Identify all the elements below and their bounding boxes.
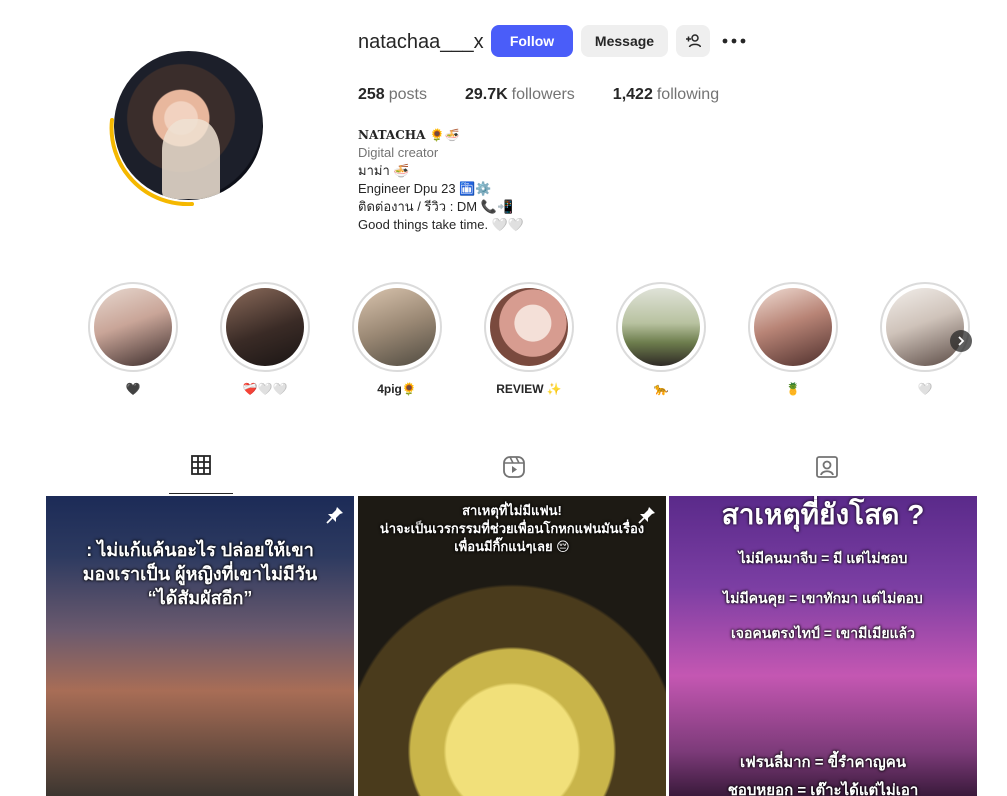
highlight-item[interactable]: 🍍 xyxy=(748,282,838,396)
post-caption-line: ไม่มีคนมาจีบ = มี แต่ไม่ชอบ xyxy=(738,550,908,566)
following-count: 1,422 xyxy=(612,86,653,103)
highlight-label: REVIEW ✨ xyxy=(496,382,562,396)
highlight-cover xyxy=(358,288,436,366)
following-stat[interactable]: 1,422 following xyxy=(613,86,719,104)
post-caption-overlay: : ไม่แก้แค้นอะไร ปล่อยให้เขา มองเราเป็น … xyxy=(82,540,318,608)
post-tile[interactable]: สาเหตุที่ไม่มีแฟน! น่าจะเป็นเวรกรรมที่ช่… xyxy=(358,496,666,796)
chevron-right-icon xyxy=(958,336,965,346)
posts-label: posts xyxy=(388,86,427,103)
highlight-label: 4pig🌻 xyxy=(377,382,417,396)
bio-line: Engineer Dpu 23 🛅⚙️ xyxy=(358,181,492,196)
highlight-label: 🤍 xyxy=(917,382,933,396)
post-caption-line: ชอบหยอก = เต๊าะได้แต่ไม่เอา xyxy=(727,782,919,796)
highlights-next-button[interactable] xyxy=(950,330,972,352)
profile-category: Digital creator xyxy=(358,145,439,160)
followers-label: followers xyxy=(511,86,575,103)
grid-icon xyxy=(191,455,211,475)
followers-stat[interactable]: 29.7K followers xyxy=(465,86,575,104)
pin-icon xyxy=(326,507,343,524)
more-options-button[interactable] xyxy=(720,28,748,54)
profile-username: natachaa___x xyxy=(358,31,484,53)
profile-bio: NATACHA 🌻🍜 Digital creator มาม่า 🍜 Engin… xyxy=(358,126,524,234)
reels-icon xyxy=(503,456,525,478)
highlight-cover xyxy=(754,288,832,366)
profile-stats: 258 posts 29.7K followers 1,422 following xyxy=(358,86,757,104)
highlight-ring xyxy=(88,282,178,372)
posts-grid: : ไม่แก้แค้นอะไร ปล่อยให้เขา มองเราเป็น … xyxy=(46,496,977,796)
posts-count: 258 xyxy=(358,86,385,103)
highlight-item[interactable]: ❤️‍🩹🤍🤍 xyxy=(220,282,310,396)
post-tile[interactable]: : ไม่แก้แค้นอะไร ปล่อยให้เขา มองเราเป็น … xyxy=(46,496,354,796)
active-tab-indicator xyxy=(169,493,233,494)
highlight-ring xyxy=(220,282,310,372)
profile-avatar[interactable] xyxy=(106,48,264,206)
post-caption-line: ไม่มีคนคุย = เขาทักมา แต่ไม่ตอบ xyxy=(723,590,923,606)
avatar-photo xyxy=(114,51,263,200)
message-button[interactable]: Message xyxy=(581,25,668,57)
highlight-item[interactable]: 🐆 xyxy=(616,282,706,396)
highlight-cover xyxy=(886,288,964,366)
bio-line: มาม่า 🍜 xyxy=(358,163,410,178)
highlight-label: 🖤 xyxy=(125,382,141,396)
highlight-ring xyxy=(880,282,970,372)
following-label: following xyxy=(656,86,720,103)
add-person-icon xyxy=(686,34,701,48)
follow-button[interactable]: Follow xyxy=(491,25,573,57)
bio-line: ติดต่องาน / รีวิว : DM 📞📲 xyxy=(358,199,514,214)
highlight-ring xyxy=(484,282,574,372)
story-highlights: 🖤 ❤️‍🩹🤍🤍 4pig🌻 REVIEW ✨ 🐆 🍍 🤍 xyxy=(88,282,978,402)
posts-stat: 258 posts xyxy=(358,86,427,104)
bio-line: Good things take time. 🤍🤍 xyxy=(358,217,525,232)
tagged-icon xyxy=(816,456,838,478)
highlight-cover xyxy=(226,288,304,366)
tab-tagged[interactable] xyxy=(795,455,859,495)
highlight-ring xyxy=(748,282,838,372)
highlight-label: 🐆 xyxy=(653,382,669,396)
highlight-item[interactable]: 🖤 xyxy=(88,282,178,396)
tab-posts[interactable] xyxy=(169,455,233,495)
suggested-accounts-button[interactable] xyxy=(676,25,710,57)
pin-icon xyxy=(638,507,655,524)
highlight-item[interactable]: 4pig🌻 xyxy=(352,282,442,396)
post-caption-overlay: สาเหตุที่ไม่มีแฟน! น่าจะเป็นเวรกรรมที่ช่… xyxy=(379,503,645,554)
highlight-cover xyxy=(622,288,700,366)
highlight-label: ❤️‍🩹🤍🤍 xyxy=(242,382,288,396)
highlight-cover xyxy=(490,288,568,366)
followers-count: 29.7K xyxy=(464,86,508,103)
tab-reels[interactable] xyxy=(482,455,546,495)
post-caption-line: เจอคนตรงไทป์ = เขามีเมียแล้ว xyxy=(730,625,916,641)
post-caption-title: สาเหตุที่ยังโสด ? xyxy=(721,499,925,530)
post-tile[interactable]: สาเหตุที่ยังโสด ? ไม่มีคนมาจีบ = มี แต่ไ… xyxy=(669,496,977,796)
highlight-cover xyxy=(94,288,172,366)
highlight-ring xyxy=(616,282,706,372)
profile-tabs xyxy=(46,455,976,495)
more-dots-icon xyxy=(722,38,746,44)
highlight-label: 🍍 xyxy=(785,382,801,396)
highlight-item[interactable]: REVIEW ✨ xyxy=(484,282,574,396)
highlight-ring xyxy=(352,282,442,372)
post-caption-line: เฟรนลี่มาก = ขี้รำคาญคน xyxy=(740,754,906,771)
display-name: NATACHA 🌻🍜 xyxy=(358,128,460,142)
